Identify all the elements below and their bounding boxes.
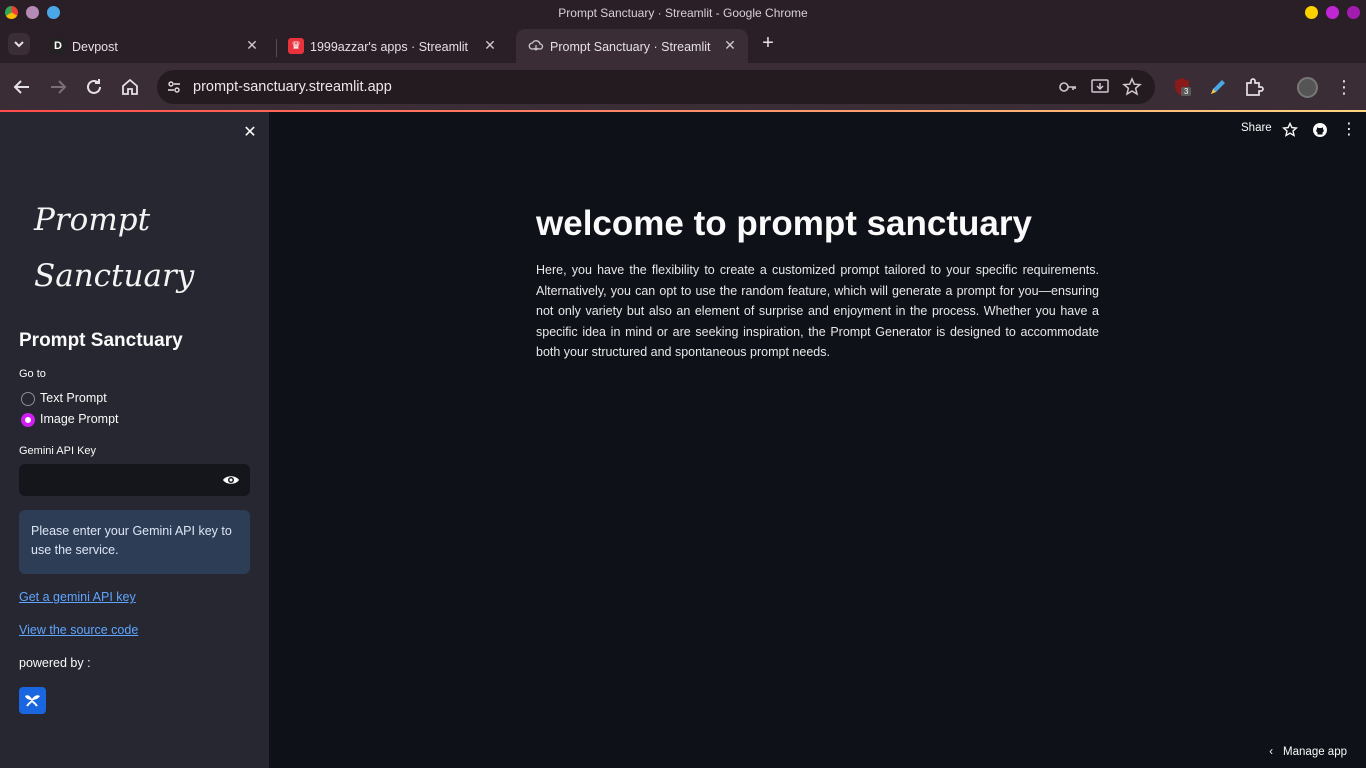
radio-circle-icon[interactable]	[21, 392, 35, 406]
streamlit-crown-icon: ♛	[288, 38, 304, 54]
view-source-link[interactable]: View the source code	[19, 623, 138, 637]
sidebar-title: Prompt Sanctuary	[19, 330, 183, 351]
page-title: welcome to prompt sanctuary	[536, 204, 1032, 243]
kebab-menu-icon: ⋮	[1335, 77, 1353, 97]
star-icon[interactable]	[1282, 122, 1298, 138]
api-key-input[interactable]	[19, 464, 209, 496]
pencil-icon	[1211, 80, 1225, 94]
tab-strip: D Devpost ✕ ♛ 1999azzar's apps · Streaml…	[0, 25, 1366, 63]
url-text: prompt-sanctuary.streamlit.app	[193, 79, 392, 95]
close-tab-icon[interactable]: ✕	[482, 37, 498, 53]
sidebar: ✕ Prompt Sanctuary Prompt Sanctuary Go t…	[0, 112, 269, 768]
main-menu-button[interactable]: ⋮	[1341, 120, 1357, 140]
tab-label: Devpost	[72, 40, 118, 54]
address-bar[interactable]: prompt-sanctuary.streamlit.app	[157, 70, 1155, 104]
close-icon: ✕	[243, 124, 257, 141]
home-button[interactable]	[118, 75, 142, 99]
window-titlebar: Prompt Sanctuary · Streamlit - Google Ch…	[0, 0, 1366, 25]
radio-label: Text Prompt	[40, 391, 107, 405]
tab-devpost[interactable]: D Devpost ✕	[38, 29, 270, 63]
ublock-extension-button[interactable]: 3	[1173, 77, 1192, 97]
close-window-button[interactable]	[1347, 6, 1360, 19]
logo-line-2: Sanctuary	[34, 258, 195, 294]
chevron-down-icon	[14, 41, 24, 48]
new-tab-button[interactable]: +	[758, 33, 778, 53]
chevron-left-icon: ‹	[1269, 746, 1274, 758]
close-sidebar-button[interactable]: ✕	[241, 124, 259, 142]
api-key-label: Gemini API Key	[19, 445, 97, 457]
radio-label: Image Prompt	[40, 412, 119, 426]
window-title: Prompt Sanctuary · Streamlit - Google Ch…	[558, 6, 808, 20]
intro-paragraph: Here, you have the flexibility to create…	[536, 263, 1099, 359]
chrome-menu-button[interactable]: ⋮	[1335, 75, 1353, 99]
key-icon[interactable]	[1058, 78, 1078, 96]
kebab-menu-icon: ⋮	[1341, 121, 1357, 138]
arrow-left-icon	[13, 80, 29, 94]
logo-line-1: Prompt	[34, 202, 151, 238]
install-app-icon[interactable]	[1090, 78, 1110, 96]
minimize-button[interactable]	[1305, 6, 1318, 19]
powered-by-label: powered by :	[19, 656, 91, 670]
radio-circle-selected-icon[interactable]	[21, 413, 35, 427]
site-info-icon[interactable]	[166, 79, 182, 95]
arrow-right-icon	[51, 80, 67, 94]
puzzle-icon	[1246, 78, 1264, 96]
manage-app-button[interactable]: ‹ Manage app	[1269, 746, 1347, 758]
plus-icon: +	[762, 32, 774, 54]
close-tab-icon[interactable]: ✕	[244, 37, 260, 53]
reload-button[interactable]	[82, 75, 106, 99]
goto-label: Go to	[19, 368, 46, 380]
tab-search-button[interactable]	[8, 33, 30, 55]
gemini-logo-icon	[19, 687, 46, 714]
share-button[interactable]: Share	[1241, 122, 1272, 134]
cloud-icon	[528, 38, 544, 54]
devpost-favicon-icon: D	[50, 38, 66, 54]
tab-label: Prompt Sanctuary · Streamlit	[550, 40, 711, 54]
maximize-button[interactable]	[1326, 6, 1339, 19]
manage-app-label: Manage app	[1283, 746, 1347, 758]
info-alert: Please enter your Gemini API key to use …	[19, 510, 250, 574]
reload-icon	[87, 79, 101, 94]
github-icon[interactable]	[1312, 122, 1328, 138]
get-api-key-link[interactable]: Get a gemini API key	[19, 590, 136, 604]
close-tab-icon[interactable]: ✕	[722, 37, 738, 53]
main-content: Share ⋮ welcome to prompt sanctuary Here…	[269, 112, 1366, 768]
extension-badge: 3	[1181, 87, 1192, 96]
forward-button[interactable]	[46, 75, 70, 99]
profile-avatar[interactable]	[1297, 77, 1318, 98]
tab-streamlit-apps[interactable]: ♛ 1999azzar's apps · Streamlit ✕	[276, 29, 508, 63]
browser-toolbar: prompt-sanctuary.streamlit.app 3 ⋮	[0, 63, 1366, 111]
bookmark-star-icon[interactable]	[1122, 77, 1142, 97]
api-key-field[interactable]	[19, 464, 250, 496]
prompt-sanctuary-logo: Prompt Sanctuary	[34, 192, 194, 304]
home-icon	[122, 78, 138, 95]
eye-icon[interactable]	[222, 472, 240, 488]
tab-label: 1999azzar's apps · Streamlit	[310, 40, 469, 54]
color-picker-extension-button[interactable]	[1208, 77, 1228, 97]
tab-prompt-sanctuary[interactable]: Prompt Sanctuary · Streamlit ✕	[516, 29, 748, 63]
extensions-button[interactable]	[1243, 76, 1265, 98]
back-button[interactable]	[10, 75, 34, 99]
